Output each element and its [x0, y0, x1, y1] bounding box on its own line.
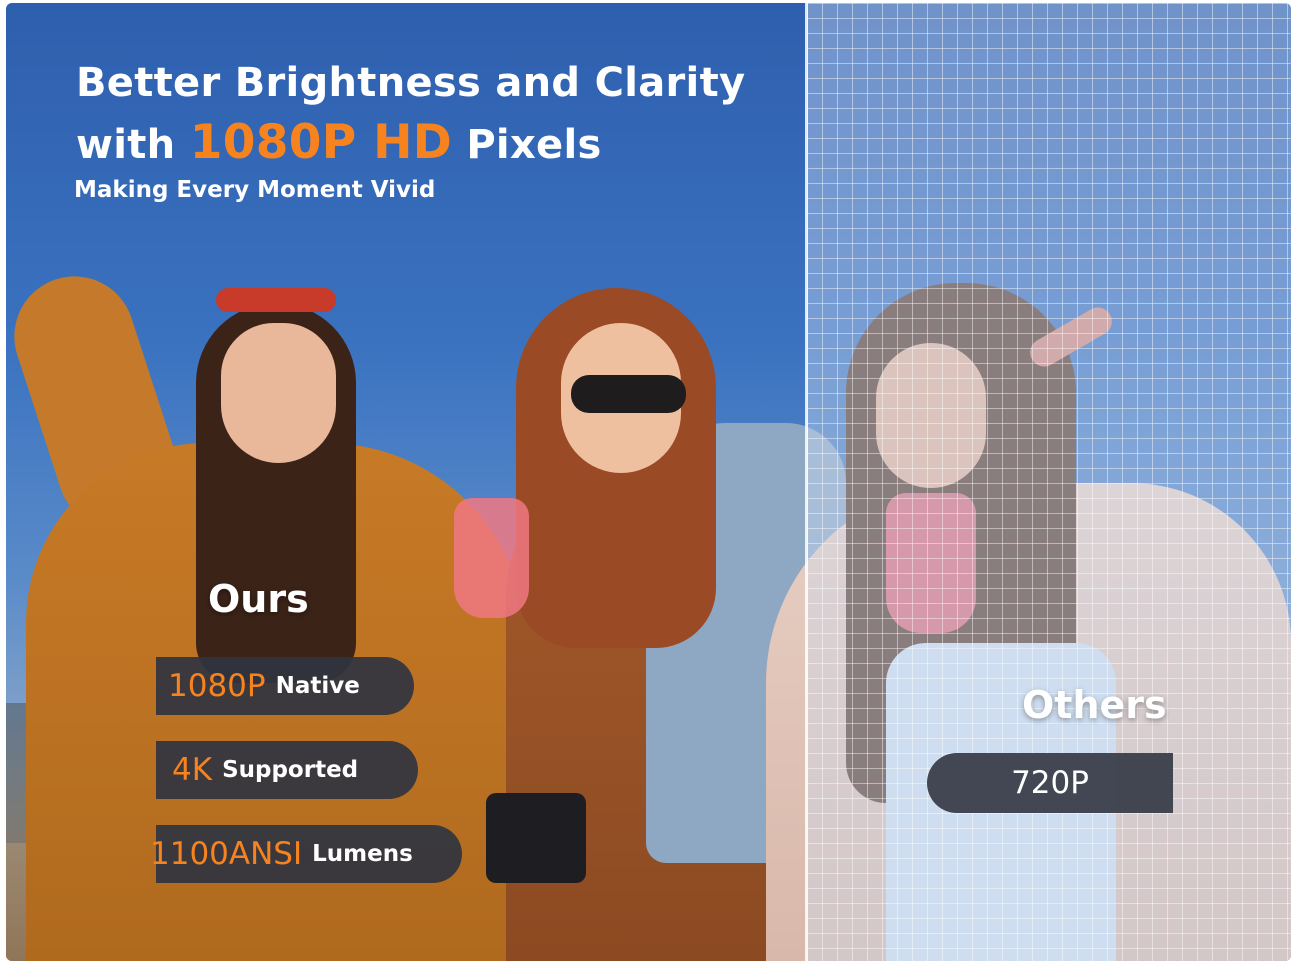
headline-accent: 1080P HD: [189, 115, 453, 170]
woman-left-face: [221, 323, 336, 463]
ours-label: Ours: [208, 577, 309, 621]
woman-left-sunglasses: [216, 288, 336, 312]
subtitle: Making Every Moment Vivid: [74, 177, 436, 203]
comparison-banner: Better Brightness and Clarity with 1080P…: [0, 0, 1293, 964]
headline-line2-suffix: Pixels: [466, 122, 602, 168]
others-spec-pill: 720P: [927, 753, 1173, 813]
others-label: Others: [1022, 683, 1167, 727]
spec-pill-resolution: 1080P Native: [156, 657, 414, 715]
low-resolution-grid-overlay: [807, 3, 1291, 961]
comparison-divider: [805, 3, 808, 961]
spec-pill-brightness: 1100ANSI Lumens: [150, 825, 462, 883]
spec-caption: Supported: [222, 757, 359, 783]
spec-caption: Lumens: [312, 841, 413, 867]
photo-scene: Better Brightness and Clarity with 1080P…: [6, 3, 1291, 961]
drink-cup-left: [454, 498, 529, 618]
woman-center-sunglasses: [571, 375, 686, 413]
spec-value: 1080P: [168, 668, 266, 704]
headline-line1: Better Brightness and Clarity: [76, 60, 746, 106]
camera: [486, 793, 586, 883]
spec-value: 1100ANSI: [150, 836, 303, 872]
spec-caption: Native: [275, 673, 360, 699]
headline-line2-prefix: with: [76, 122, 176, 168]
spec-pill-4k: 4K Supported: [156, 741, 418, 799]
spec-value: 4K: [172, 752, 213, 788]
headline: Better Brightness and Clarity with 1080P…: [76, 53, 745, 175]
